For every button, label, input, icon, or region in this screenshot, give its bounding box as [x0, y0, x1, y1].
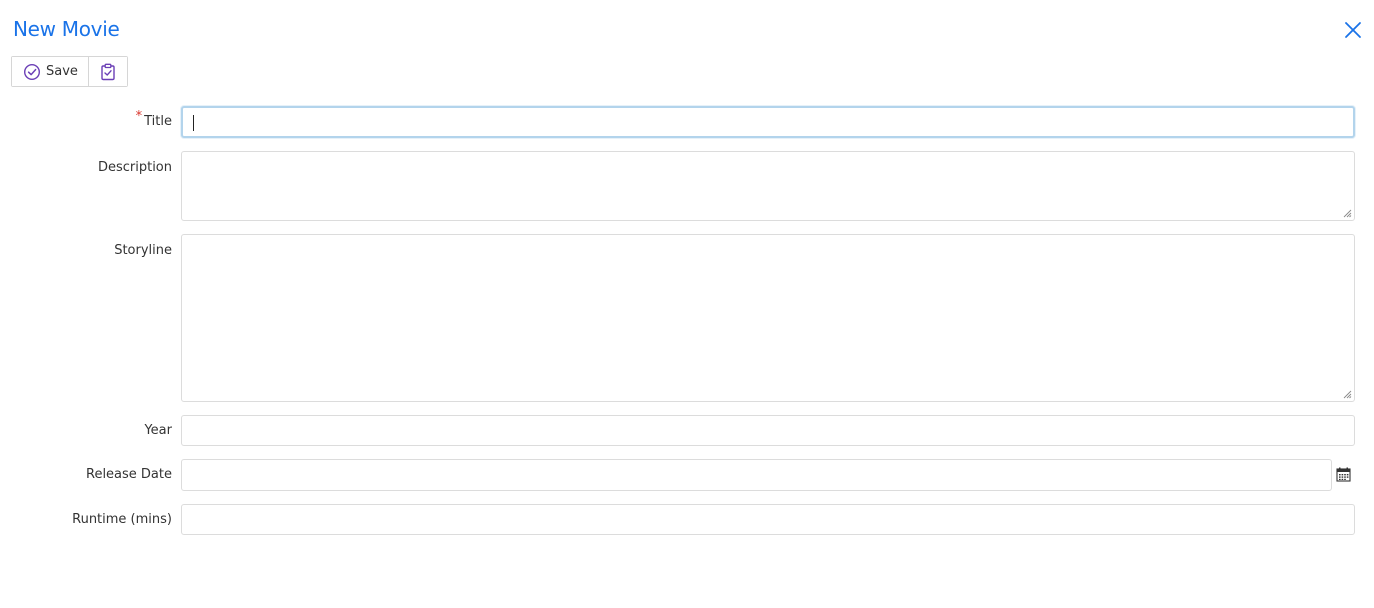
- release-date-label: Release Date: [86, 467, 172, 482]
- close-icon: [1345, 22, 1361, 38]
- release-date-input[interactable]: [181, 459, 1332, 491]
- title-label: * Title: [135, 109, 172, 129]
- title-input[interactable]: [181, 106, 1355, 138]
- year-label: Year: [144, 423, 172, 438]
- dialog-title: New Movie: [13, 17, 120, 41]
- runtime-label: Runtime (mins): [72, 512, 172, 527]
- year-input[interactable]: [181, 415, 1355, 446]
- description-textarea[interactable]: [181, 151, 1355, 221]
- close-button[interactable]: [1342, 19, 1364, 41]
- storyline-label: Storyline: [114, 243, 172, 258]
- validate-button[interactable]: [87, 57, 127, 86]
- storyline-textarea[interactable]: [181, 234, 1355, 402]
- new-movie-dialog: New Movie Save * Title Description Story…: [0, 0, 1374, 608]
- text-caret: [193, 115, 194, 131]
- clipboard-check-icon: [101, 63, 115, 80]
- toolbar: Save: [11, 56, 128, 87]
- description-label: Description: [97, 160, 172, 175]
- resize-handle-icon[interactable]: [1343, 390, 1352, 399]
- runtime-input[interactable]: [181, 504, 1355, 535]
- calendar-icon[interactable]: [1336, 467, 1351, 482]
- required-marker: *: [135, 109, 143, 124]
- save-button-label: Save: [46, 64, 78, 79]
- check-circle-icon: [23, 63, 41, 80]
- resize-handle-icon[interactable]: [1343, 209, 1352, 218]
- save-button[interactable]: Save: [12, 57, 88, 86]
